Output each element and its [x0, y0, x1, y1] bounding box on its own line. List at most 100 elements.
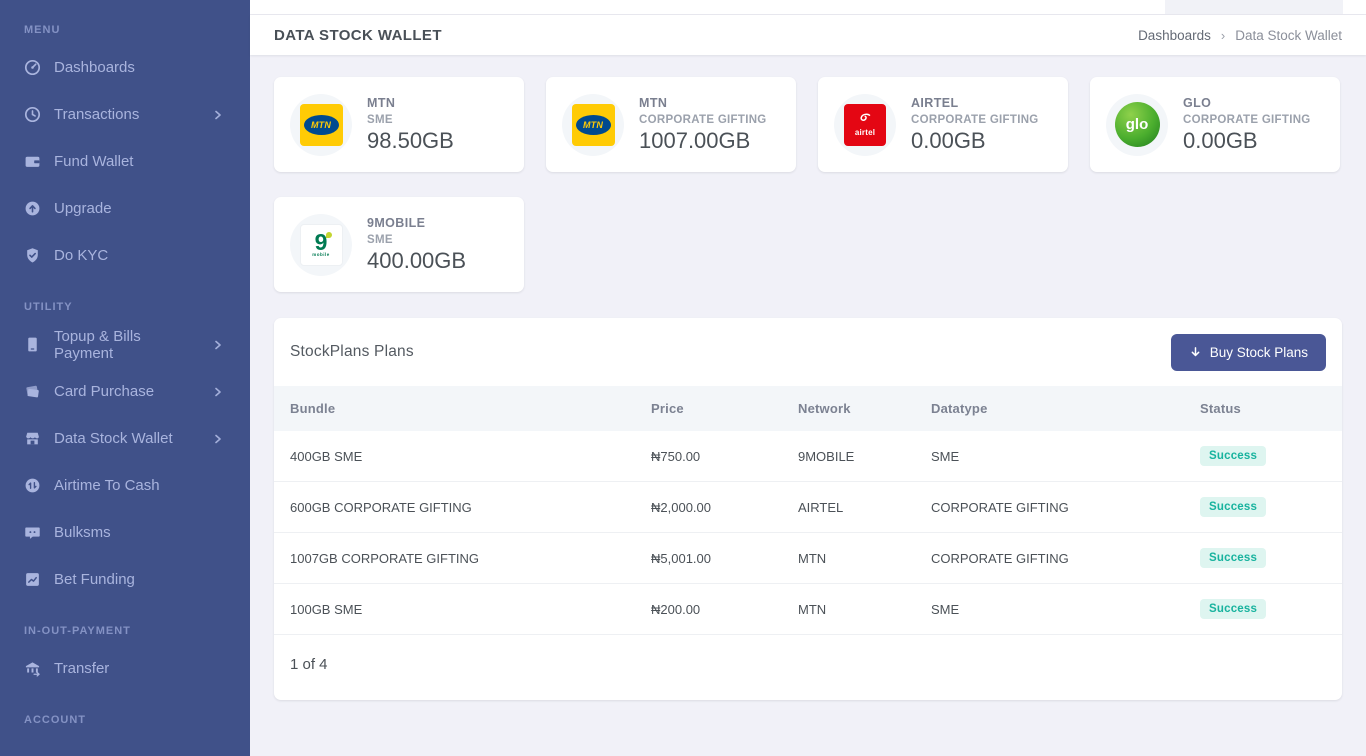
wallet-icon — [24, 153, 41, 170]
main-area: DATA STOCK WALLET Dashboards › Data Stoc… — [250, 0, 1366, 756]
9mobile-logo-subtext: mobile — [312, 252, 330, 257]
cell-price: ₦2,000.00 — [635, 482, 782, 533]
stat-plan: SME — [367, 234, 466, 246]
sidebar-item-data-stock-wallet[interactable]: Data Stock Wallet — [0, 415, 250, 462]
stock-plans-card: StockPlans Plans Buy Stock Plans Bundle … — [274, 318, 1342, 700]
stat-network: GLO — [1183, 96, 1311, 110]
store-icon — [24, 430, 41, 447]
column-header-datatype: Datatype — [915, 386, 1184, 431]
stock-plans-header: StockPlans Plans Buy Stock Plans — [274, 318, 1342, 386]
message-icon — [24, 524, 41, 541]
chevron-right-icon — [212, 433, 224, 445]
sidebar-item-label: Topup & Bills Payment — [54, 328, 199, 362]
cell-datatype: CORPORATE GIFTING — [915, 533, 1184, 584]
stat-value: 0.00GB — [911, 128, 1039, 154]
breadcrumb-parent-link[interactable]: Dashboards — [1138, 28, 1211, 43]
cell-bundle: 400GB SME — [274, 431, 635, 482]
stat-cards-grid: MTN MTN SME 98.50GB MTN MTN CORPORAT — [274, 77, 1342, 292]
sidebar-item-topup-bills-payment[interactable]: Topup & Bills Payment — [0, 321, 250, 368]
cell-bundle: 1007GB CORPORATE GIFTING — [274, 533, 635, 584]
breadcrumb: Dashboards › Data Stock Wallet — [1138, 28, 1342, 43]
status-badge: Success — [1200, 497, 1266, 517]
breadcrumb-separator-icon: › — [1221, 28, 1225, 43]
bank-transfer-icon — [24, 660, 41, 677]
sidebar-item-upgrade[interactable]: Upgrade — [0, 185, 250, 232]
buy-stock-plans-label: Buy Stock Plans — [1210, 345, 1308, 360]
stat-plan: CORPORATE GIFTING — [639, 114, 767, 126]
stock-plans-title: StockPlans Plans — [290, 343, 414, 361]
menu-section-label: UTILITY — [0, 291, 250, 321]
cell-network: 9MOBILE — [782, 431, 915, 482]
airtel-logo: airtel — [844, 104, 886, 146]
glo-logo-text: glo — [1126, 116, 1149, 133]
sidebar-item-label: Do KYC — [54, 247, 108, 264]
cell-network: MTN — [782, 533, 915, 584]
exchange-icon — [24, 477, 41, 494]
table-header-row: Bundle Price Network Datatype Status — [274, 386, 1342, 431]
glo-logo: glo — [1115, 102, 1160, 147]
table-row: 100GB SME ₦200.00 MTN SME Success — [274, 584, 1342, 635]
topbar-remnant — [1165, 0, 1343, 14]
menu-section-label: ACCOUNT — [0, 704, 250, 734]
cards-icon — [24, 383, 41, 400]
column-header-status: Status — [1184, 386, 1342, 431]
avatar: MTN — [290, 94, 352, 156]
sidebar-item-label: Bulksms — [54, 524, 111, 541]
sidebar-item-fund-wallet[interactable]: Fund Wallet — [0, 138, 250, 185]
download-arrow-icon — [1189, 346, 1202, 359]
status-badge: Success — [1200, 599, 1266, 619]
cell-datatype: CORPORATE GIFTING — [915, 482, 1184, 533]
sidebar-item-label: Upgrade — [54, 200, 112, 217]
stat-card-9mobile-sme: 9 mobile 9MOBILE SME 400.00GB — [274, 197, 524, 292]
sidebar-item-bet-funding[interactable]: Bet Funding — [0, 556, 250, 603]
sidebar-item-card-purchase[interactable]: Card Purchase — [0, 368, 250, 415]
cell-datatype: SME — [915, 584, 1184, 635]
stat-card-mtn-corporate: MTN MTN CORPORATE GIFTING 1007.00GB — [546, 77, 796, 172]
sidebar-item-dashboards[interactable]: Dashboards — [0, 44, 250, 91]
sidebar-item-label: Airtime To Cash — [54, 477, 160, 494]
sidebar-item-label: Card Purchase — [54, 383, 154, 400]
stat-network: MTN — [639, 96, 767, 110]
sidebar-item-label: Dashboards — [54, 59, 135, 76]
table-row: 1007GB CORPORATE GIFTING ₦5,001.00 MTN C… — [274, 533, 1342, 584]
stock-plans-table: Bundle Price Network Datatype Status 400… — [274, 386, 1342, 635]
sidebar-item-airtime-to-cash[interactable]: Airtime To Cash — [0, 462, 250, 509]
cell-network: MTN — [782, 584, 915, 635]
column-header-network: Network — [782, 386, 915, 431]
breadcrumb-current: Data Stock Wallet — [1235, 28, 1342, 43]
stat-network: AIRTEL — [911, 96, 1039, 110]
avatar: 9 mobile — [290, 214, 352, 276]
column-header-price: Price — [635, 386, 782, 431]
sidebar-item-label: Transactions — [54, 106, 139, 123]
mtn-logo-text: MTN — [583, 120, 603, 130]
sidebar-item-do-kyc[interactable]: Do KYC — [0, 232, 250, 279]
sidebar-item-bulksms[interactable]: Bulksms — [0, 509, 250, 556]
table-row: 400GB SME ₦750.00 9MOBILE SME Success — [274, 431, 1342, 482]
stat-plan: SME — [367, 114, 454, 126]
column-header-bundle: Bundle — [274, 386, 635, 431]
menu-section-label: MENU — [0, 14, 250, 44]
buy-stock-plans-button[interactable]: Buy Stock Plans — [1171, 334, 1326, 371]
mtn-logo-text: MTN — [311, 120, 331, 130]
airtel-logo-text: airtel — [855, 128, 875, 137]
table-row: 600GB CORPORATE GIFTING ₦2,000.00 AIRTEL… — [274, 482, 1342, 533]
cell-price: ₦750.00 — [635, 431, 782, 482]
chevron-right-icon — [212, 386, 224, 398]
history-icon — [24, 106, 41, 123]
sidebar: MENU Dashboards Transactions Fund Wallet — [0, 0, 250, 756]
sidebar-item-label: Bet Funding — [54, 571, 135, 588]
cell-price: ₦200.00 — [635, 584, 782, 635]
cell-network: AIRTEL — [782, 482, 915, 533]
avatar: airtel — [834, 94, 896, 156]
dashboard-icon — [24, 59, 41, 76]
mtn-logo: MTN — [572, 104, 615, 146]
sidebar-item-transfer[interactable]: Transfer — [0, 645, 250, 692]
9mobile-leaf-icon — [326, 232, 332, 238]
stat-plan: CORPORATE GIFTING — [911, 114, 1039, 126]
stat-plan: CORPORATE GIFTING — [1183, 114, 1311, 126]
stat-card-airtel-corporate: airtel AIRTEL CORPORATE GIFTING 0.00GB — [818, 77, 1068, 172]
sidebar-item-label: Transfer — [54, 660, 109, 677]
9mobile-logo: 9 mobile — [300, 224, 343, 266]
sidebar-item-transactions[interactable]: Transactions — [0, 91, 250, 138]
cell-datatype: SME — [915, 431, 1184, 482]
